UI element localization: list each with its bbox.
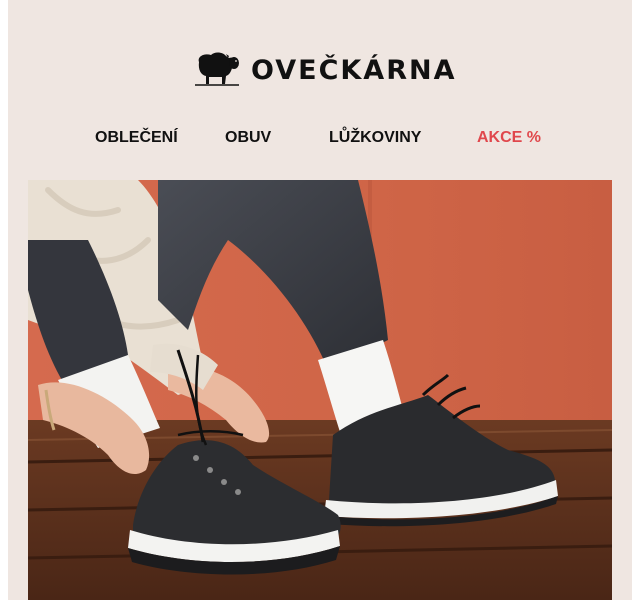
sheep-logo-icon [195, 52, 239, 86]
main-nav: OBLEČENÍ OBUV LŮŽKOVINY AKCE % [8, 124, 632, 152]
nav-item-obuv[interactable]: OBUV [225, 124, 271, 152]
sneaker-lacing-photo-icon [28, 180, 612, 600]
nav-item-luzkoviny[interactable]: LŮŽKOVINY [329, 124, 421, 152]
nav-item-obleceni[interactable]: OBLEČENÍ [95, 124, 178, 152]
brand-name: OVEČKÁRNA [251, 54, 457, 86]
hero-image[interactable] [28, 180, 612, 600]
brand-logo[interactable]: OVEČKÁRNA [193, 46, 456, 94]
email-container: OVEČKÁRNA OBLEČENÍ OBUV LŮŽKOVINY AKCE % [8, 0, 632, 600]
nav-item-akce[interactable]: AKCE % [477, 124, 541, 152]
